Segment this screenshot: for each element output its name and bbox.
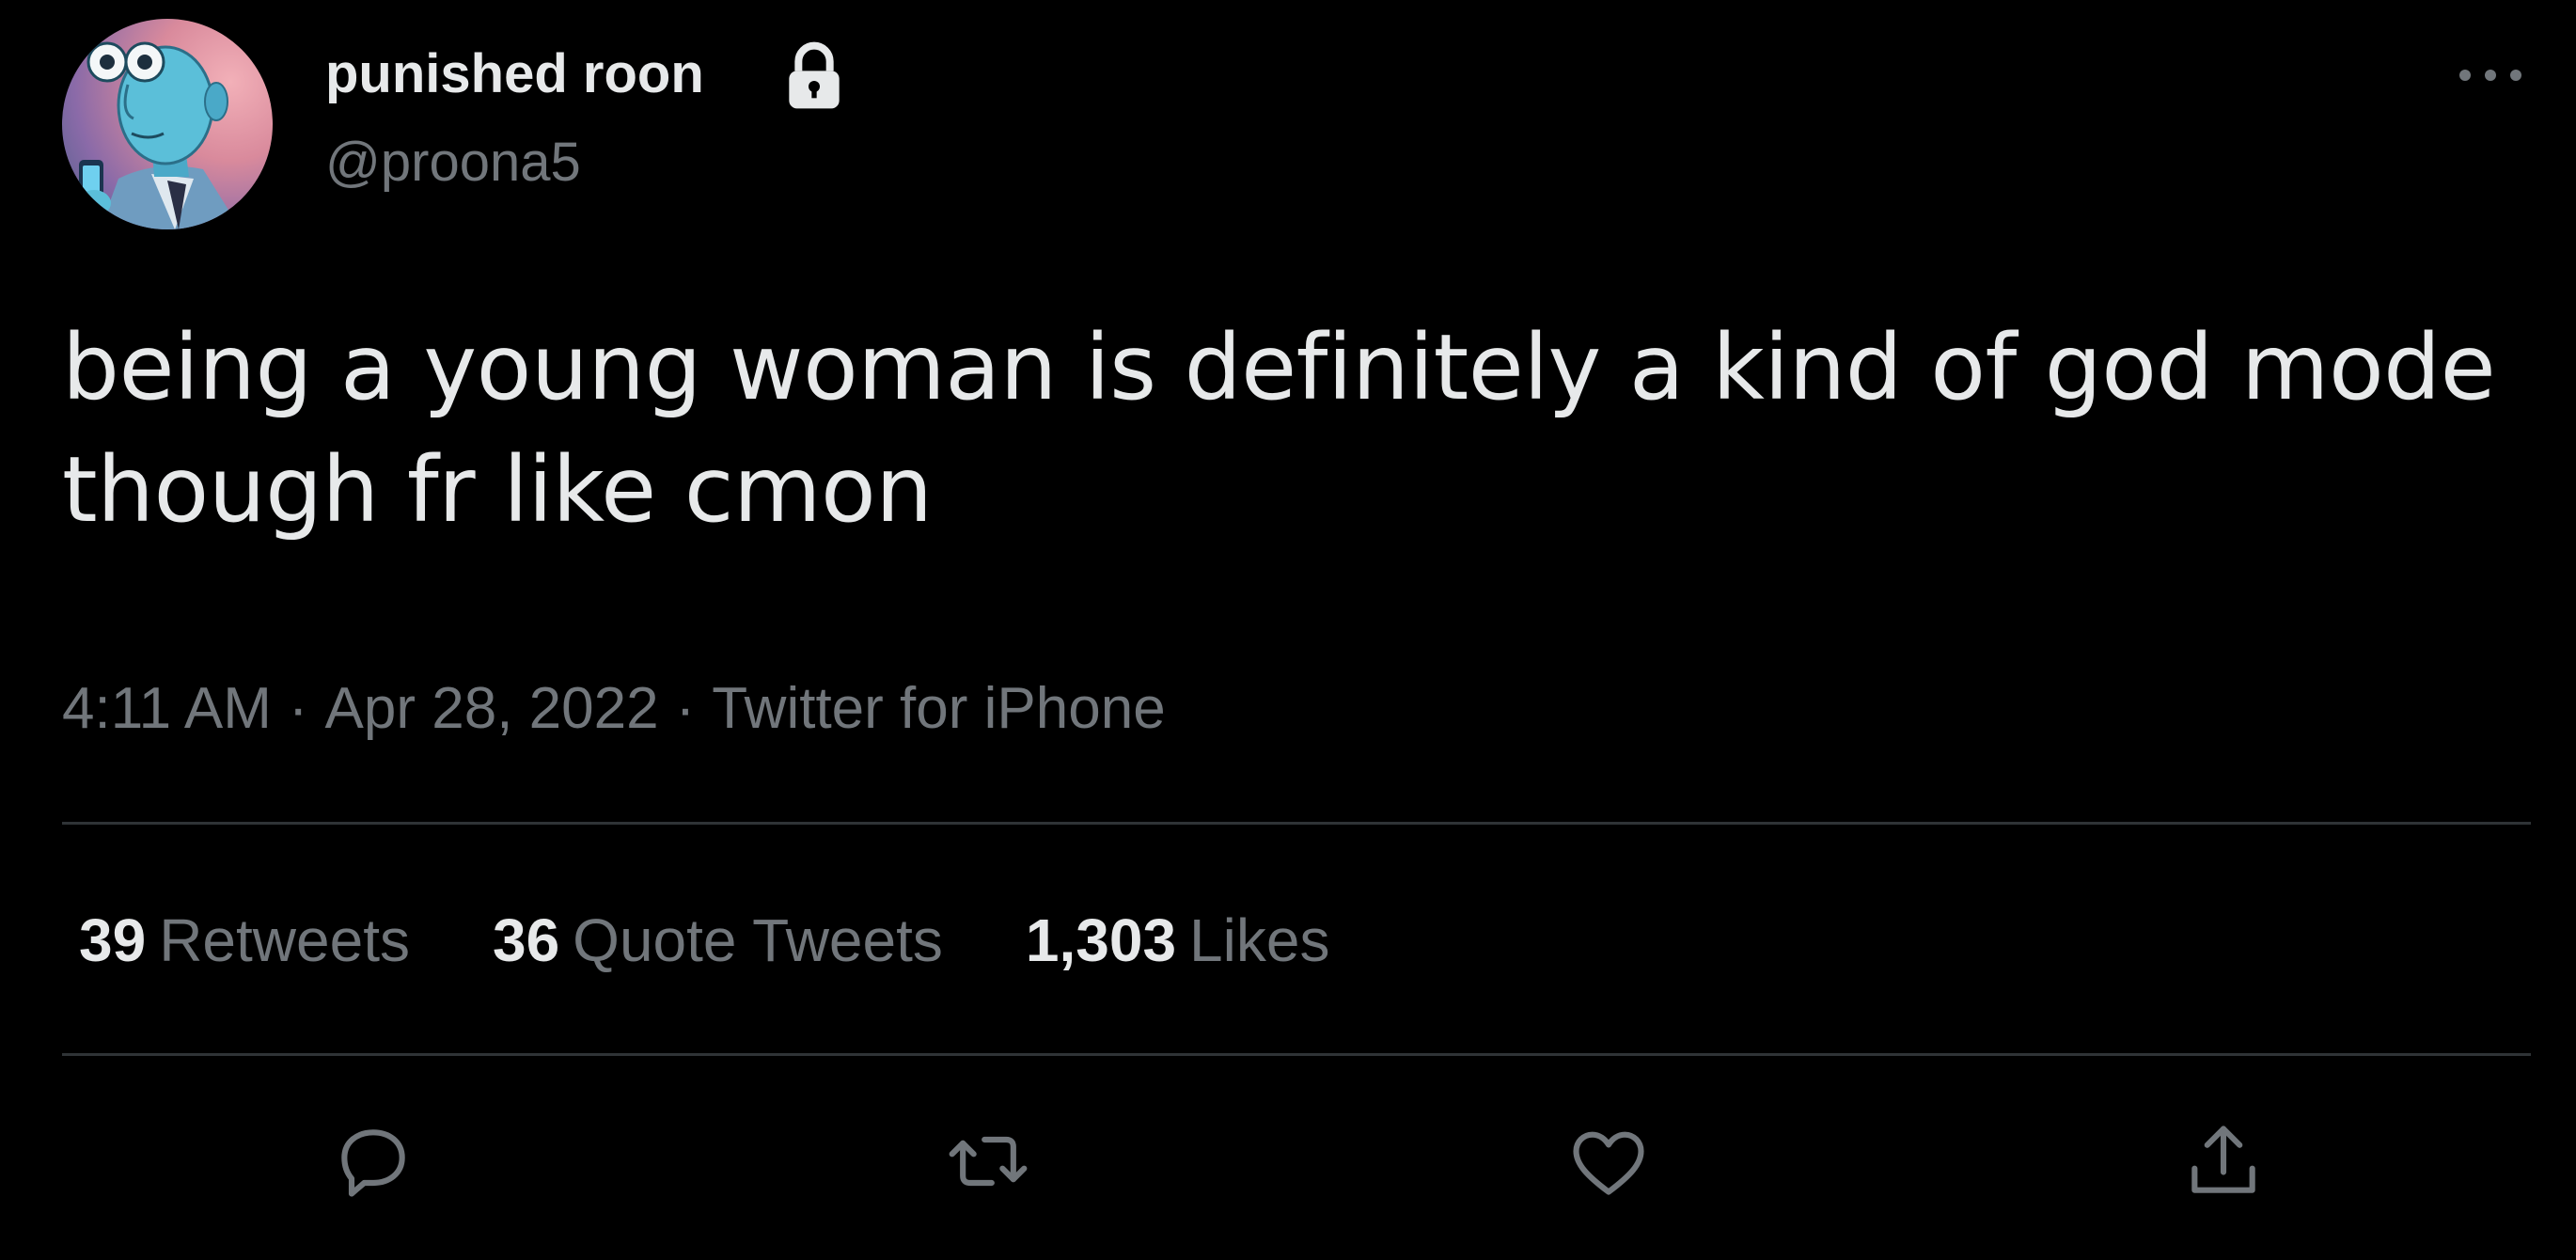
retweets-label: Retweets <box>159 906 410 974</box>
reply-icon <box>341 1129 405 1197</box>
avatar[interactable] <box>62 19 273 229</box>
tweet: punished roon @proona5 being a young wom… <box>0 0 2576 1260</box>
reply-button[interactable] <box>322 1110 425 1213</box>
handle[interactable]: @proona5 <box>325 130 581 196</box>
share-icon <box>2191 1126 2255 1193</box>
retweets-count: 39 <box>79 906 147 974</box>
avatar-image <box>77 41 241 229</box>
display-name[interactable]: punished roon <box>325 41 704 107</box>
retweet-icon <box>949 1136 1028 1187</box>
retweet-button[interactable] <box>936 1110 1040 1213</box>
like-button[interactable] <box>1557 1110 1660 1213</box>
tweet-metadata: 4:11 AM · Apr 28, 2022 · Twitter for iPhone <box>62 671 1166 747</box>
tweet-time[interactable]: 4:11 AM <box>62 676 272 741</box>
divider <box>62 822 2531 825</box>
retweets-stat[interactable]: 39 Retweets <box>79 903 410 978</box>
meta-separator: · <box>288 676 308 741</box>
tweet-date[interactable]: Apr 28, 2022 <box>325 676 659 741</box>
likes-label: Likes <box>1189 906 1330 974</box>
quote-tweets-stat[interactable]: 36 Quote Tweets <box>493 903 943 978</box>
meta-separator: · <box>675 676 696 741</box>
lock-icon <box>789 41 840 109</box>
likes-count: 1,303 <box>1025 906 1177 974</box>
tweet-text: being a young woman is definitely a kind… <box>62 315 2496 543</box>
more-options-icon[interactable] <box>2456 56 2525 94</box>
divider <box>62 1053 2531 1056</box>
tweet-source[interactable]: Twitter for iPhone <box>712 676 1165 741</box>
like-icon <box>1573 1131 1644 1195</box>
quote-tweets-label: Quote Tweets <box>573 906 943 974</box>
share-button[interactable] <box>2172 1110 2275 1213</box>
likes-stat[interactable]: 1,303 Likes <box>1026 903 1330 978</box>
engagement-stats: 39 Retweets 36 Quote Tweets 1,303 Likes <box>79 903 1412 978</box>
quote-tweets-count: 36 <box>492 906 560 974</box>
